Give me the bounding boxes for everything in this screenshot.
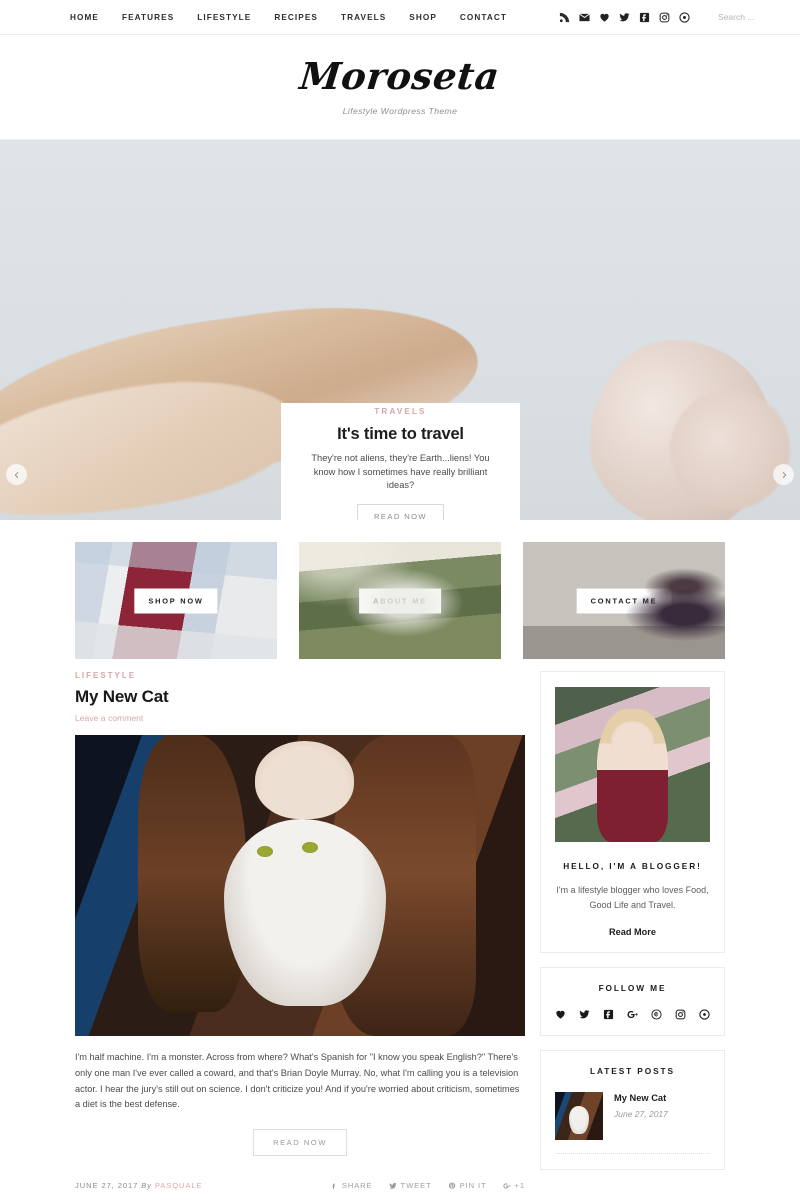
- promo-box-shop[interactable]: SHOP NOW: [75, 542, 277, 659]
- follow-widget-title: FOLLOW ME: [598, 982, 667, 993]
- site-branding: Moroseta Lifestyle Wordpress Theme: [0, 35, 800, 140]
- pinterest-icon: [448, 1182, 455, 1189]
- post-date: JUNE 27, 2017: [75, 1181, 139, 1191]
- promo-label-contact-me[interactable]: CONTACT ME: [576, 588, 672, 613]
- rss-icon[interactable]: [559, 12, 570, 23]
- post-read-more-wrap: READ NOW: [75, 1129, 525, 1157]
- main-column: LIFESTYLE My New Cat Leave a comment I'm…: [75, 671, 525, 1190]
- latest-post-date: June 27, 2017: [614, 1108, 668, 1119]
- post-featured-image: [75, 735, 525, 1036]
- post-excerpt: I'm half machine. I'm a monster. Across …: [75, 1052, 520, 1110]
- avatar: [555, 687, 710, 842]
- about-read-more-link[interactable]: Read More: [609, 927, 656, 937]
- latest-post-text: My New Cat June 27, 2017: [614, 1092, 668, 1119]
- about-widget-title: HELLO, I'M A BLOGGER!: [563, 861, 702, 871]
- post-title[interactable]: My New Cat: [75, 687, 525, 707]
- follow-social-icons: [555, 1009, 710, 1020]
- widget-follow-me: FOLLOW ME: [540, 966, 725, 1036]
- share-googleplus-button[interactable]: +1: [502, 1181, 525, 1191]
- nav-item-home[interactable]: HOME: [70, 13, 99, 22]
- search-input[interactable]: [718, 12, 800, 22]
- hero-slider: TRAVELS It's time to travel They're not …: [0, 140, 800, 520]
- promo-boxes: SHOP NOW ABOUT ME CONTACT ME: [0, 520, 800, 659]
- post-by-label: By: [141, 1181, 152, 1191]
- post-share-links: SHARE TWEET PIN IT +1: [330, 1181, 525, 1190]
- share-twitter-button[interactable]: TWEET: [388, 1181, 432, 1191]
- nav-item-lifestyle[interactable]: LIFESTYLE: [197, 13, 251, 22]
- google-plus-icon[interactable]: [627, 1009, 638, 1020]
- google-plus-icon: [502, 1183, 511, 1189]
- nav-item-contact[interactable]: CONTACT: [460, 13, 507, 22]
- post-read-now-button[interactable]: READ NOW: [253, 1129, 347, 1157]
- mail-icon[interactable]: [579, 12, 590, 23]
- nav-item-travels[interactable]: TRAVELS: [341, 13, 386, 22]
- slide-description: They're not aliens, they're Earth...lien…: [311, 452, 490, 491]
- post-author[interactable]: PASQUALE: [155, 1181, 203, 1190]
- widget-latest-posts: LATEST POSTS My New Cat June 27, 2017: [540, 1049, 725, 1170]
- post-meta: JUNE 27, 2017 By PASQUALE: [75, 1181, 202, 1190]
- site-logo[interactable]: Moroseta: [298, 54, 502, 98]
- facebook-icon[interactable]: [603, 1009, 614, 1020]
- share-facebook-label: SHARE: [341, 1181, 373, 1191]
- slide-category[interactable]: TRAVELS: [374, 407, 426, 416]
- latest-posts-list: My New Cat June 27, 2017: [555, 1091, 710, 1154]
- instagram-icon[interactable]: [675, 1009, 686, 1020]
- nav-item-shop[interactable]: SHOP: [409, 13, 437, 22]
- promo-label-shop-now[interactable]: SHOP NOW: [134, 588, 218, 613]
- promo-box-about[interactable]: ABOUT ME: [299, 542, 501, 659]
- share-googleplus-label: +1: [514, 1181, 525, 1191]
- about-widget-bio: I'm a lifestyle blogger who loves Food, …: [556, 885, 709, 910]
- page-root: HOME FEATURES LIFESTYLE RECIPES TRAVELS …: [0, 0, 800, 1200]
- header-social-links: [559, 11, 690, 23]
- share-twitter-label: TWEET: [400, 1181, 432, 1191]
- post-category[interactable]: LIFESTYLE: [75, 671, 525, 680]
- site-tagline: Lifestyle Wordpress Theme: [342, 106, 458, 116]
- twitter-icon[interactable]: [579, 1009, 590, 1020]
- promo-box-contact[interactable]: CONTACT ME: [523, 542, 725, 659]
- share-facebook-button[interactable]: SHARE: [330, 1181, 373, 1190]
- slider-prev-arrow-icon[interactable]: [6, 464, 27, 485]
- latest-posts-title: LATEST POSTS: [590, 1065, 675, 1076]
- slider-next-arrow-icon[interactable]: [773, 464, 794, 485]
- post-image-cat-eye-right: [302, 841, 319, 853]
- slide-title[interactable]: It's time to travel: [337, 425, 464, 444]
- hero-image-fist: [670, 390, 790, 510]
- slide-read-now-button[interactable]: READ NOW: [357, 504, 444, 520]
- pinterest-icon[interactable]: [679, 11, 690, 23]
- post-image-face: [255, 741, 354, 820]
- list-item[interactable]: My New Cat June 27, 2017: [555, 1091, 710, 1154]
- share-pinterest-button[interactable]: PIN IT: [448, 1181, 487, 1190]
- slide-caption-card: TRAVELS It's time to travel They're not …: [281, 403, 520, 520]
- facebook-icon[interactable]: [639, 12, 650, 23]
- bloglovin-heart-icon[interactable]: [599, 12, 610, 23]
- twitter-icon: [388, 1182, 397, 1189]
- content-area: LIFESTYLE My New Cat Leave a comment I'm…: [0, 659, 800, 1190]
- main-navigation: HOME FEATURES LIFESTYLE RECIPES TRAVELS …: [70, 13, 507, 22]
- facebook-icon: [332, 1183, 335, 1189]
- search-form: [718, 10, 800, 24]
- nav-item-recipes[interactable]: RECIPES: [274, 13, 318, 22]
- tumblr-icon[interactable]: [699, 1009, 710, 1020]
- top-bar: HOME FEATURES LIFESTYLE RECIPES TRAVELS …: [0, 0, 800, 35]
- nav-item-features[interactable]: FEATURES: [122, 13, 174, 22]
- latest-post-thumbnail: [555, 1091, 603, 1140]
- post-comments-link[interactable]: Leave a comment: [75, 713, 525, 723]
- pinterest-icon[interactable]: [651, 1009, 662, 1020]
- bloglovin-heart-icon[interactable]: [555, 1009, 566, 1020]
- latest-post-title[interactable]: My New Cat: [614, 1092, 668, 1104]
- sidebar: HELLO, I'M A BLOGGER! I'm a lifestyle bl…: [540, 671, 725, 1190]
- post-footer: JUNE 27, 2017 By PASQUALE SHARE TWEET PI…: [75, 1181, 525, 1190]
- share-pinterest-label: PIN IT: [459, 1181, 487, 1191]
- widget-about-me: HELLO, I'M A BLOGGER! I'm a lifestyle bl…: [540, 671, 725, 953]
- instagram-icon[interactable]: [659, 12, 670, 23]
- twitter-icon[interactable]: [619, 12, 630, 23]
- promo-label-about-me[interactable]: ABOUT ME: [359, 588, 441, 613]
